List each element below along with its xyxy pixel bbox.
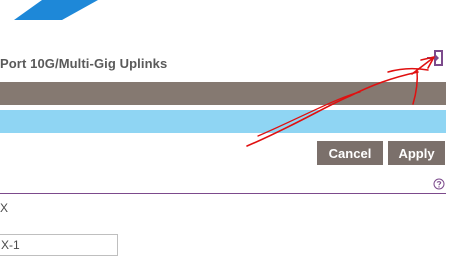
cancel-button[interactable]: Cancel — [317, 141, 383, 165]
selected-row-bar[interactable] — [0, 110, 446, 133]
page-title: Port 10G/Multi-Gig Uplinks — [0, 56, 168, 71]
table-header-bar — [0, 82, 446, 105]
header-banner-graphic — [14, 0, 98, 20]
field-label: X — [0, 201, 9, 215]
name-input[interactable]: X-1 — [0, 234, 118, 256]
red-annotation-arrow — [246, 56, 435, 147]
apply-button[interactable]: Apply — [388, 141, 445, 165]
logout-door-icon[interactable] — [426, 49, 444, 67]
section-divider — [0, 193, 446, 194]
help-question-icon[interactable] — [433, 177, 445, 190]
